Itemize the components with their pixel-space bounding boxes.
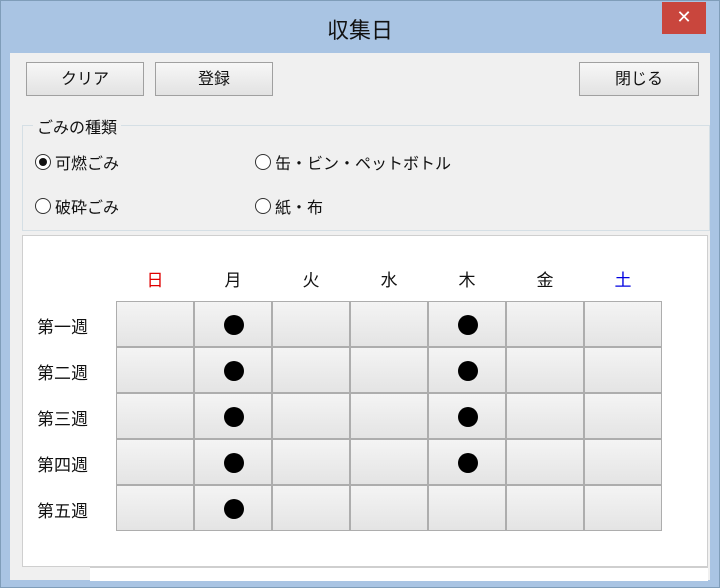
schedule-cell[interactable] [428,347,506,393]
garbage-type-group-label: ごみの種類 [33,114,122,138]
schedule-cell[interactable] [506,485,584,531]
schedule-cell[interactable] [116,439,194,485]
schedule-cell[interactable] [350,485,428,531]
schedule-cell[interactable] [428,393,506,439]
week-label: 第三週 [37,410,88,430]
radio-paper-cloth[interactable]: 紙・布 [255,194,323,218]
clear-button[interactable]: クリア [26,62,144,96]
schedule-cell[interactable] [194,393,272,439]
schedule-cell[interactable] [506,393,584,439]
collection-dot-icon [458,407,478,427]
collection-dot-icon [224,407,244,427]
radio-label: 紙・布 [275,198,324,217]
schedule-cell[interactable] [506,301,584,347]
week-label: 第五週 [37,502,88,522]
radio-unselected-icon[interactable] [255,154,271,170]
schedule-cell[interactable] [116,301,194,347]
collection-dot-icon [458,315,478,335]
schedule-cell[interactable] [272,347,350,393]
window-title: 収集日 [326,19,393,44]
bottom-strip [10,567,710,581]
radio-unselected-icon[interactable] [35,198,51,214]
radio-label: 可燃ごみ [55,154,120,173]
close-icon: ✕ [676,7,692,28]
radio-cans-bottles[interactable]: 缶・ビン・ペットボトル [255,150,451,174]
close-window-button[interactable]: ✕ [662,2,706,34]
collection-dot-icon [458,453,478,473]
collection-dot-icon [458,361,478,381]
calendar-panel: 日 月 火 水 木 金 土第一週第二週第三週第四週第五週 [22,235,708,567]
schedule-cell[interactable] [428,439,506,485]
schedule-cell[interactable] [584,393,662,439]
radio-label: 破砕ごみ [55,198,120,217]
schedule-cell[interactable] [272,301,350,347]
schedule-cell[interactable] [350,347,428,393]
radio-burnable[interactable]: 可燃ごみ [35,150,119,174]
schedule-cell[interactable] [584,439,662,485]
day-header: 日 [146,271,164,291]
title-bar[interactable]: 収集日 ✕ [1,1,719,53]
day-header: 木 [458,271,476,291]
collection-day-window: 収集日 ✕ クリア 登録 閉じる ごみの種類 可燃ごみ 缶・ビン・ペットボトル … [0,0,720,588]
day-header: 月 [224,271,242,291]
schedule-cell[interactable] [272,439,350,485]
schedule-cell[interactable] [584,301,662,347]
day-header: 土 [614,271,632,291]
schedule-cell[interactable] [272,393,350,439]
collection-dot-icon [224,453,244,473]
schedule-cell[interactable] [194,301,272,347]
collection-dot-icon [224,315,244,335]
schedule-cell[interactable] [584,347,662,393]
close-button[interactable]: 閉じる [579,62,699,96]
radio-unselected-icon[interactable] [255,198,271,214]
schedule-cell[interactable] [272,485,350,531]
collection-dot-icon [224,499,244,519]
schedule-cell[interactable] [350,301,428,347]
schedule-cell[interactable] [194,347,272,393]
schedule-cell[interactable] [350,393,428,439]
day-header: 火 [302,271,320,291]
week-label: 第二週 [37,364,88,384]
schedule-cell[interactable] [116,347,194,393]
garbage-type-group: ごみの種類 可燃ごみ 缶・ビン・ペットボトル 破砕ごみ 紙・布 [22,114,710,231]
week-label: 第一週 [37,318,88,338]
day-header: 水 [380,271,398,291]
radio-label: 缶・ビン・ペットボトル [275,154,452,173]
schedule-cell[interactable] [194,485,272,531]
register-button[interactable]: 登録 [155,62,273,96]
schedule-cell[interactable] [350,439,428,485]
week-label: 第四週 [37,456,88,476]
schedule-cell[interactable] [116,485,194,531]
collection-dot-icon [224,361,244,381]
schedule-cell[interactable] [116,393,194,439]
schedule-cell[interactable] [506,439,584,485]
schedule-cell[interactable] [584,485,662,531]
schedule-cell[interactable] [506,347,584,393]
schedule-cell[interactable] [194,439,272,485]
radio-selected-icon[interactable] [35,154,51,170]
schedule-cell[interactable] [428,485,506,531]
radio-crushable[interactable]: 破砕ごみ [35,194,119,218]
schedule-cell[interactable] [428,301,506,347]
client-area: クリア 登録 閉じる ごみの種類 可燃ごみ 缶・ビン・ペットボトル 破砕ごみ 紙… [10,53,710,581]
tab-edge [90,567,708,581]
day-header: 金 [536,271,554,291]
